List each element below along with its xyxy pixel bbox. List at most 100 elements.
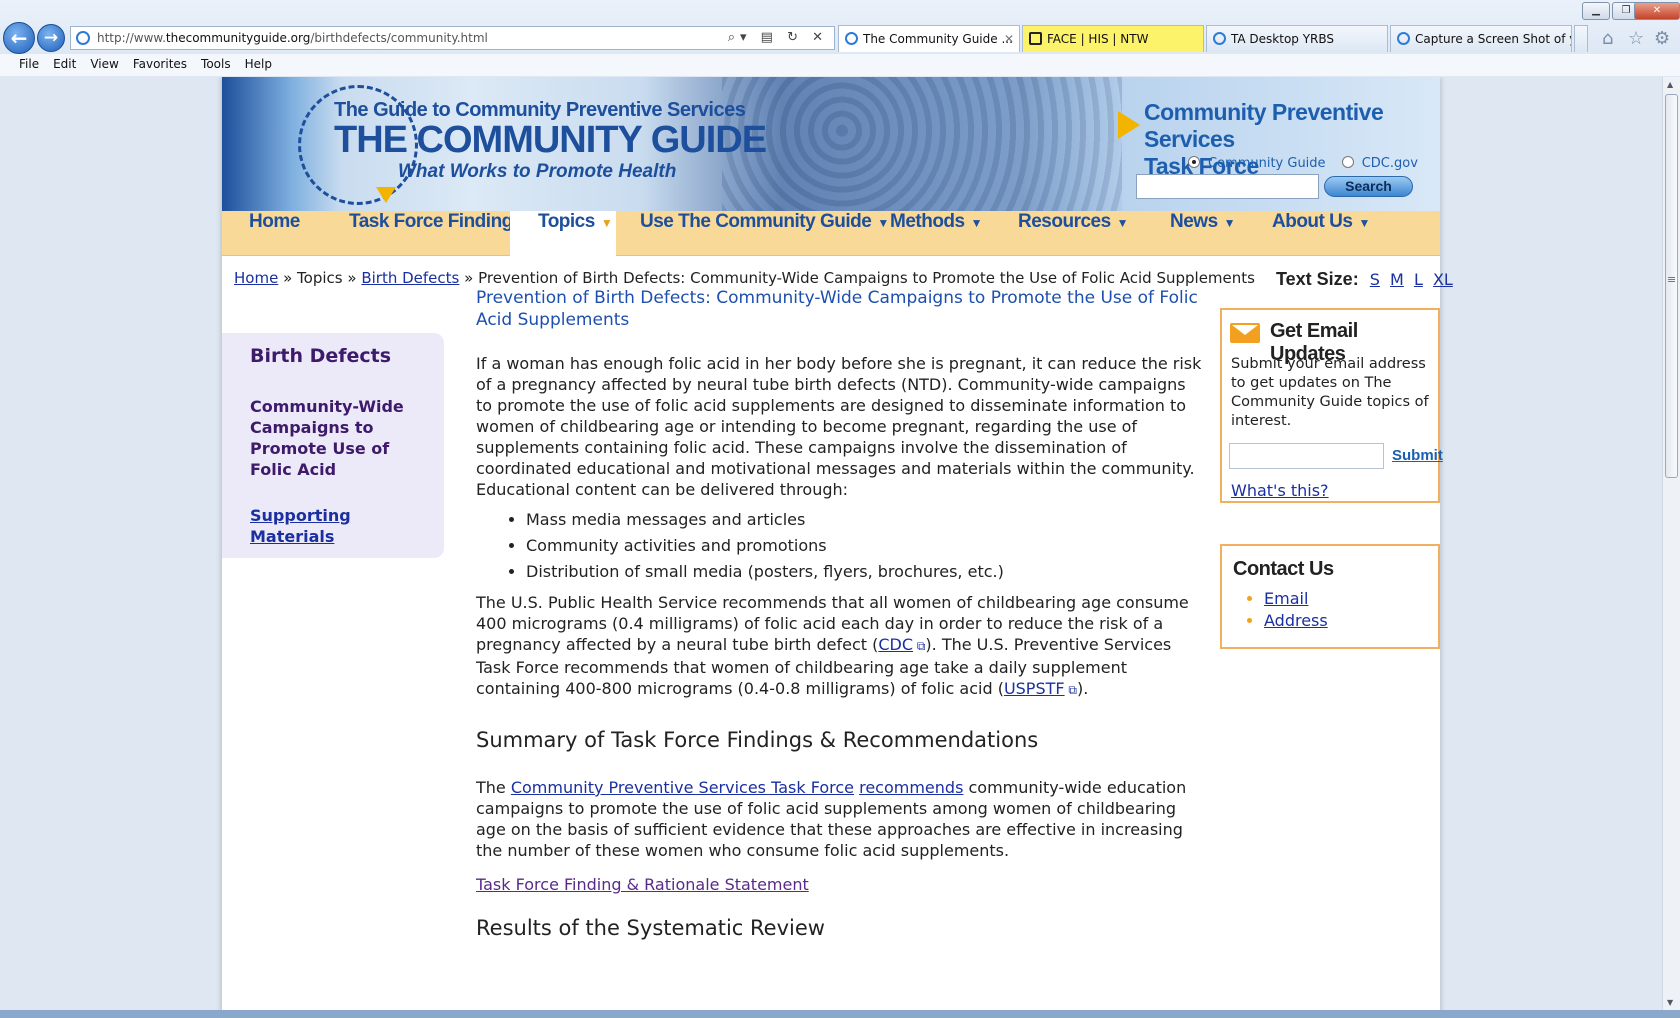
caret-down-icon: ▼ bbox=[1358, 216, 1370, 230]
nav-resources[interactable]: Resources ▼ bbox=[1018, 211, 1129, 256]
menu-edit[interactable]: Edit bbox=[46, 54, 83, 71]
tab-face-his[interactable]: FACE | HIS | NTW bbox=[1022, 25, 1204, 52]
site-banner: The Guide to Community Preventive Servic… bbox=[222, 77, 1440, 211]
search-button[interactable]: Search bbox=[1324, 176, 1413, 197]
forward-button-icon[interactable]: → bbox=[37, 24, 65, 52]
play-triangle-icon bbox=[1118, 111, 1140, 139]
whats-this-link[interactable]: What's this? bbox=[1231, 481, 1329, 500]
contact-us-box: Contact Us Email Address bbox=[1220, 544, 1440, 649]
crowd-photo bbox=[722, 77, 1122, 211]
rationale-link[interactable]: Task Force Finding & Rationale Statement bbox=[476, 875, 809, 894]
cdc-link[interactable]: CDC bbox=[878, 635, 913, 654]
sidebar-item-supporting-materials[interactable]: Supporting Materials bbox=[250, 505, 430, 547]
contact-email-link[interactable]: Email bbox=[1264, 589, 1308, 608]
uspstf-link[interactable]: USPSTF bbox=[1004, 679, 1065, 698]
delivery-list: Mass media messages and articles Communi… bbox=[526, 509, 1206, 582]
contact-us-title: Contact Us bbox=[1233, 558, 1334, 580]
email-updates-box: Get Email Updates Submit your email addr… bbox=[1220, 308, 1443, 503]
main-nav: Home Task Force Findings▼ Topics▼ Use Th… bbox=[222, 211, 1440, 256]
favorites-star-icon[interactable]: ☆ bbox=[1628, 28, 1644, 49]
ie-tab-icon bbox=[1397, 32, 1410, 45]
taskbar bbox=[0, 1010, 1680, 1018]
search-input[interactable] bbox=[1136, 174, 1319, 199]
new-tab-button[interactable] bbox=[1574, 25, 1588, 52]
menu-bar: File Edit View Favorites Tools Help bbox=[0, 54, 1680, 76]
caret-down-icon: ▼ bbox=[877, 216, 889, 230]
nav-use-community-guide[interactable]: Use The Community Guide ▼ bbox=[640, 211, 889, 256]
breadcrumb-home[interactable]: Home bbox=[234, 269, 278, 287]
logo-title[interactable]: THE COMMUNITY GUIDE bbox=[334, 119, 767, 162]
sidebar-item-current[interactable]: Community-Wide Campaigns to Promote Use … bbox=[250, 396, 430, 480]
menu-tools[interactable]: Tools bbox=[194, 54, 238, 71]
face-tab-icon bbox=[1029, 32, 1042, 45]
ie-tab-icon bbox=[1213, 32, 1226, 45]
text-size-control: Text Size: S M L XL bbox=[1276, 269, 1453, 289]
close-window-button[interactable]: ✕ bbox=[1634, 2, 1680, 20]
menu-favorites[interactable]: Favorites bbox=[126, 54, 194, 71]
contact-address-link[interactable]: Address bbox=[1264, 611, 1328, 630]
vertical-scrollbar[interactable]: ▲ ▼ bbox=[1662, 77, 1680, 1010]
gear-icon[interactable]: ⚙ bbox=[1654, 28, 1670, 49]
scrollbar-thumb[interactable] bbox=[1665, 94, 1678, 478]
menu-help[interactable]: Help bbox=[238, 54, 279, 71]
submit-button[interactable]: Submit bbox=[1392, 447, 1443, 464]
breadcrumb: Home » Topics » Birth Defects » Preventi… bbox=[234, 269, 1255, 287]
page-viewport: The Guide to Community Preventive Servic… bbox=[0, 77, 1662, 1010]
tab-community-guide[interactable]: The Community Guide ... ✕ bbox=[838, 25, 1020, 52]
ie-tab-icon bbox=[845, 32, 858, 45]
menu-file[interactable]: File bbox=[12, 54, 46, 71]
list-item: Community activities and promotions bbox=[526, 535, 1206, 556]
tab-capture-screenshot[interactable]: Capture a Screen Shot of y... bbox=[1390, 25, 1572, 52]
breadcrumb-birth-defects[interactable]: Birth Defects bbox=[361, 269, 459, 287]
text-size-xl[interactable]: XL bbox=[1433, 270, 1453, 289]
envelope-icon bbox=[1230, 323, 1260, 343]
nav-about-us[interactable]: About Us ▼ bbox=[1272, 211, 1370, 256]
logo-tagline: What Works to Promote Health bbox=[398, 161, 677, 182]
nav-methods[interactable]: Methods ▼ bbox=[890, 211, 983, 256]
minimize-button[interactable]: ▁ bbox=[1582, 2, 1610, 20]
list-item: Email bbox=[1264, 588, 1328, 610]
address-tools-icons[interactable]: ⌕▾ ▤ ↻ ✕ bbox=[728, 27, 828, 49]
home-icon[interactable]: ⌂ bbox=[1602, 28, 1613, 49]
list-item: Distribution of small media (posters, fl… bbox=[526, 561, 1206, 582]
close-tab-icon[interactable]: ✕ bbox=[1004, 26, 1014, 52]
email-updates-text: Submit your email address to get updates… bbox=[1231, 356, 1429, 429]
sidebar-heading[interactable]: Birth Defects bbox=[250, 345, 391, 367]
scroll-up-icon[interactable]: ▲ bbox=[1667, 80, 1673, 89]
logo-triangle-icon bbox=[376, 187, 396, 203]
summary-heading: Summary of Task Force Findings & Recomme… bbox=[476, 728, 1039, 752]
radio-community-guide[interactable] bbox=[1188, 156, 1200, 168]
radio-cdc[interactable] bbox=[1341, 156, 1354, 168]
list-item: Address bbox=[1264, 610, 1328, 632]
caret-down-icon: ▼ bbox=[1116, 216, 1129, 230]
address-bar[interactable]: http://www.thecommunityguide.org/birthde… bbox=[70, 26, 835, 50]
browser-chrome: ← → http://www.thecommunityguide.org/bir… bbox=[0, 0, 1680, 76]
sidebar: Birth Defects Community-Wide Campaigns t… bbox=[222, 333, 444, 558]
nav-news[interactable]: News ▼ bbox=[1170, 211, 1236, 256]
text-size-s[interactable]: S bbox=[1370, 270, 1380, 289]
back-button-icon[interactable]: ← bbox=[3, 22, 35, 54]
results-heading: Results of the Systematic Review bbox=[476, 916, 825, 940]
page-title: Prevention of Birth Defects: Community-W… bbox=[476, 288, 1198, 330]
page: The Guide to Community Preventive Servic… bbox=[222, 77, 1453, 1010]
email-input[interactable] bbox=[1229, 443, 1384, 469]
search-scope: Community Guide CDC.gov bbox=[1188, 156, 1418, 171]
breadcrumb-topics: Topics bbox=[297, 269, 343, 287]
menu-view[interactable]: View bbox=[83, 54, 125, 71]
scroll-down-icon[interactable]: ▼ bbox=[1667, 998, 1673, 1007]
caret-down-icon: ▼ bbox=[970, 216, 983, 230]
intro-paragraph: If a woman has enough folic acid in her … bbox=[476, 354, 1202, 499]
external-link-icon: ⧉ bbox=[1064, 683, 1077, 697]
ie-page-icon bbox=[76, 31, 90, 45]
nav-topics[interactable]: Topics ▼ bbox=[510, 211, 616, 256]
external-link-icon: ⧉ bbox=[913, 639, 926, 653]
nav-home[interactable]: Home bbox=[249, 211, 300, 256]
main-content: Prevention of Birth Defects: Community-W… bbox=[476, 287, 1206, 941]
breadcrumb-current: Prevention of Birth Defects: Community-W… bbox=[478, 269, 1255, 287]
recommends-link[interactable]: recommends bbox=[859, 778, 963, 797]
tab-ta-desktop[interactable]: TA Desktop YRBS bbox=[1206, 25, 1388, 52]
text-size-m[interactable]: M bbox=[1390, 270, 1404, 289]
task-force-link[interactable]: Community Preventive Services Task Force bbox=[511, 778, 854, 797]
list-item: Mass media messages and articles bbox=[526, 509, 1206, 530]
text-size-l[interactable]: L bbox=[1414, 270, 1423, 289]
